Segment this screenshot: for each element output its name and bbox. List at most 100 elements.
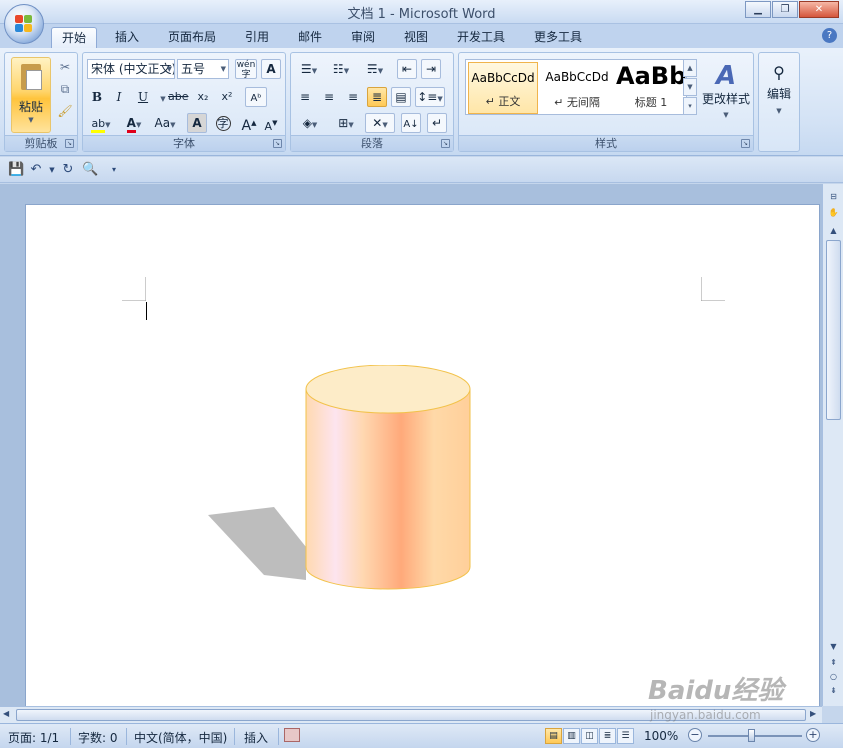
close-button[interactable]: ✕: [799, 1, 839, 18]
align-right-button[interactable]: ≡: [343, 87, 363, 107]
tab-references[interactable]: 引用: [235, 27, 279, 48]
paste-button[interactable]: 粘贴 ▼: [11, 57, 51, 133]
char-shading-button[interactable]: A: [187, 113, 207, 133]
superscript-button[interactable]: x²: [217, 87, 237, 107]
tab-mailings[interactable]: 邮件: [288, 27, 332, 48]
copy-button[interactable]: ⧉: [55, 79, 75, 99]
gallery-scroll-up[interactable]: ▲: [683, 59, 697, 77]
highlight-button[interactable]: ab▼: [87, 113, 115, 133]
change-case-button[interactable]: Aa▼: [151, 113, 179, 133]
pan-hand-icon[interactable]: ✋: [826, 206, 841, 220]
full-screen-reading-button[interactable]: ▥: [563, 728, 580, 744]
italic-button[interactable]: I: [109, 87, 129, 107]
underline-button[interactable]: U: [133, 87, 153, 107]
borders-button[interactable]: ⊞▼: [331, 113, 361, 133]
page-indicator[interactable]: 页面: 1/1: [8, 729, 59, 746]
print-preview-icon[interactable]: 🔍: [82, 162, 98, 178]
font-name-combo[interactable]: 宋体 (中文正文) ▼: [87, 59, 175, 79]
macro-record-icon[interactable]: [284, 728, 300, 742]
browse-object-icon[interactable]: ○: [826, 670, 841, 684]
language-indicator[interactable]: 中文(简体，中国): [134, 729, 227, 746]
zoom-level[interactable]: 100%: [644, 729, 678, 743]
previous-page-icon[interactable]: ⇞: [826, 656, 841, 670]
restore-button[interactable]: ❐: [772, 1, 798, 18]
document-page[interactable]: [25, 204, 820, 706]
show-marks-button[interactable]: ↵: [427, 113, 447, 133]
horizontal-scroll-thumb[interactable]: [16, 709, 806, 721]
tab-view[interactable]: 视图: [394, 27, 438, 48]
editing-button[interactable]: ⚲ 编辑 ▼: [763, 59, 795, 129]
zoom-slider-track[interactable]: [708, 735, 802, 737]
bullets-button[interactable]: ☰▼: [295, 59, 323, 79]
tab-page-layout[interactable]: 页面布局: [158, 27, 226, 48]
gallery-scroll-down[interactable]: ▼: [683, 78, 697, 96]
next-page-icon[interactable]: ⇟: [826, 684, 841, 698]
align-center-button[interactable]: ≡: [319, 87, 339, 107]
vertical-scrollbar[interactable]: ⊟ ✋ ▲ ▼ ⇞ ○ ⇟: [822, 184, 843, 706]
word-count[interactable]: 字数: 0: [78, 729, 118, 746]
cylinder-shape[interactable]: [204, 365, 504, 595]
bold-button[interactable]: B: [87, 87, 107, 107]
decrease-indent-button[interactable]: ⇤: [397, 59, 417, 79]
customize-qat-icon[interactable]: ▾: [106, 162, 122, 178]
web-layout-button[interactable]: ◫: [581, 728, 598, 744]
subscript-button[interactable]: x₂: [193, 87, 213, 107]
zoom-slider-knob[interactable]: [748, 729, 755, 742]
change-styles-button[interactable]: A 更改样式 ▼: [701, 59, 751, 129]
print-layout-view-button[interactable]: ▤: [545, 728, 562, 744]
font-launcher[interactable]: ↘: [273, 139, 282, 148]
scroll-up-icon[interactable]: ▲: [826, 224, 841, 238]
minimize-button[interactable]: ▁: [745, 1, 771, 18]
format-painter-button[interactable]: 🖌: [55, 101, 75, 121]
redo-icon[interactable]: ↻: [60, 162, 76, 178]
multilevel-list-button[interactable]: ☴▼: [361, 59, 389, 79]
clipboard-launcher[interactable]: ↘: [65, 139, 74, 148]
phonetic-guide-button[interactable]: wén 字: [235, 59, 257, 80]
insert-mode[interactable]: 插入: [244, 729, 268, 746]
strikethrough-button[interactable]: abe: [167, 87, 190, 107]
ruler-toggle-icon[interactable]: ⊟: [826, 190, 841, 204]
line-spacing-button[interactable]: ↕≡▼: [415, 87, 445, 107]
chinese-layout-button[interactable]: ✕▼: [365, 113, 395, 133]
style-no-spacing[interactable]: AaBbCcDd ↵ 无间隔: [542, 62, 612, 114]
style-heading-1[interactable]: AaBb 标题 1: [616, 62, 686, 114]
tab-review[interactable]: 审阅: [341, 27, 385, 48]
styles-launcher[interactable]: ↘: [741, 139, 750, 148]
char-border-button[interactable]: A: [261, 59, 281, 79]
shading-button[interactable]: ◈▼: [295, 113, 325, 133]
save-icon[interactable]: 💾: [8, 162, 24, 178]
font-color-button[interactable]: A▼: [121, 113, 147, 133]
help-icon[interactable]: ?: [822, 28, 837, 43]
vertical-scroll-thumb[interactable]: [826, 240, 841, 420]
undo-icon[interactable]: ↶: [28, 162, 44, 178]
distributed-button[interactable]: ▤: [391, 87, 411, 107]
gallery-more[interactable]: ▾: [683, 97, 697, 115]
grow-font-button[interactable]: A▲: [239, 113, 259, 134]
numbering-button[interactable]: ☷▼: [327, 59, 355, 79]
tab-home[interactable]: 开始: [51, 27, 98, 48]
justify-button[interactable]: ≣: [367, 87, 387, 107]
increase-indent-button[interactable]: ⇥: [421, 59, 441, 79]
enclose-char-button[interactable]: 字: [213, 113, 233, 133]
align-left-button[interactable]: ≡: [295, 87, 315, 107]
paragraph-launcher[interactable]: ↘: [441, 139, 450, 148]
scroll-down-icon[interactable]: ▼: [826, 640, 841, 654]
tab-developer[interactable]: 开发工具: [447, 27, 515, 48]
style-normal[interactable]: AaBbCcDd ↵ 正文: [468, 62, 538, 114]
office-button[interactable]: [4, 4, 44, 44]
cut-button[interactable]: ✂: [55, 57, 75, 77]
zoom-out-icon[interactable]: −: [688, 728, 702, 742]
zoom-in-icon[interactable]: +: [806, 728, 820, 742]
scroll-right-icon[interactable]: ▶: [810, 709, 816, 718]
shrink-font-button[interactable]: A▼: [261, 113, 281, 133]
outline-view-button[interactable]: ≣: [599, 728, 616, 744]
scroll-left-icon[interactable]: ◀: [3, 709, 9, 718]
clear-format-button[interactable]: Aᵇ: [245, 87, 267, 107]
tab-more-tools[interactable]: 更多工具: [524, 27, 592, 48]
tab-insert[interactable]: 插入: [105, 27, 149, 48]
sort-button[interactable]: A↓: [401, 113, 421, 133]
undo-dropdown-icon[interactable]: ▼: [44, 162, 60, 178]
horizontal-scrollbar[interactable]: ◀ ▶: [0, 706, 822, 723]
draft-view-button[interactable]: ☰: [617, 728, 634, 744]
font-size-combo[interactable]: 五号 ▼: [177, 59, 229, 79]
